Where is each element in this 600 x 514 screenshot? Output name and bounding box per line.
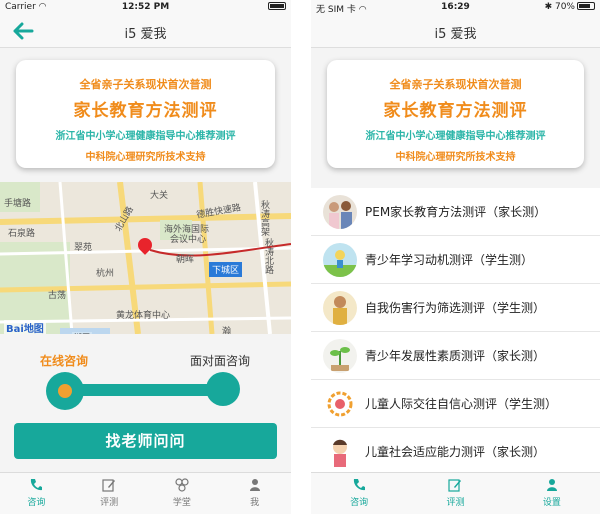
status-bar: 无 SIM 卡 ◠ 16:29 ✱ 70% [311,0,600,15]
map-label: 秋涛高架 [259,200,269,236]
edit-icon [102,479,116,492]
map-label: 石泉路 [8,229,36,239]
confidence-avatar-icon [323,387,357,421]
consult-screen: Carrier ◠ 12:52 PM i5 爱我 全省亲子关系现状首次普测 家长… [0,0,291,514]
offline-knob[interactable] [206,372,240,406]
phone-icon [354,479,366,491]
tab-assessment[interactable]: 评测 [73,473,146,514]
phone-icon [31,479,43,491]
page-title: i5 爱我 [434,27,477,42]
district-badge: 下城区 [209,262,243,277]
tab-consult[interactable]: 咨询 [311,473,407,514]
banner-line4: 中科院心理研究所技术支持 [395,152,516,163]
map-label: 瀚 [222,327,232,334]
banner-title: 家长教育方法测评 [383,101,528,121]
family-avatar-icon [323,195,357,229]
list-item[interactable]: 自我伤害行为筛选测评（学生测） [311,284,600,332]
test-name: 儿童人际交往自信心测评（学生测） [365,397,558,411]
list-item[interactable]: 青少年发展性素质测评（家长测） [311,332,600,380]
test-name: 青少年学习动机测评（学生测） [365,253,534,267]
ask-teacher-button[interactable]: 找老师问问 [14,423,277,459]
map-label: 大关 [150,191,169,201]
tab-bar: 咨询 评测 设置 [311,472,600,514]
page-title: i5 爱我 [124,27,167,42]
banner-line3: 浙江省中小学心理健康指导中心推荐测评 [55,131,236,142]
list-item[interactable]: PEM家长教育方法测评（家长测） [311,188,600,236]
edit-icon [448,479,462,492]
battery-icon [266,2,286,12]
tab-settings[interactable]: 设置 [504,473,600,514]
child-avatar-icon [323,435,357,469]
student-avatar-icon [323,291,357,325]
list-item[interactable]: 儿童人际交往自信心测评（学生测） [311,380,600,428]
location-map[interactable]: 手塘路 大关 德胜快速路 秋涛高架 海外海国际 会议中心 朝晖 翠苑 秋涛北路 … [0,182,291,334]
banner-line3: 浙江省中小学心理健康指导中心推荐测评 [365,131,546,142]
selected-dot-icon [58,384,72,398]
assessment-screen: 无 SIM 卡 ◠ 16:29 ✱ 70% i5 爱我 全省亲子关系现状首次普测… [311,0,600,514]
community-icon [175,478,189,492]
online-consult-option[interactable]: 在线咨询 [40,352,88,369]
promo-banner[interactable]: 全省亲子关系现状首次普测 家长教育方法测评 浙江省中小学心理健康指导中心推荐测评… [16,60,275,168]
map-label: 黄龙体育中心 [116,311,171,321]
map-label: 秋涛北路 [263,238,273,274]
baidu-map-logo: Bai地图 [4,320,46,334]
test-name: 自我伤害行为筛选测评（学生测） [365,301,546,315]
map-label: 手塘路 [4,199,32,209]
user-icon [546,479,557,491]
consult-panel: 在线咨询 面对面咨询 找老师问问 [0,334,291,470]
battery-icon [577,2,595,10]
online-knob[interactable] [46,372,84,410]
banner-line4: 中科院心理研究所技术支持 [85,152,206,163]
test-list: PEM家长教育方法测评（家长测） 青少年学习动机测评（学生测） 自我伤害行为筛选… [311,188,600,476]
banner-title: 家长教育方法测评 [73,101,218,121]
tab-assessment[interactable]: 评测 [407,473,503,514]
student-avatar-icon [323,243,357,277]
banner-line1: 全省亲子关系现状首次普测 [389,78,522,91]
battery-status: ✱ 70% [545,2,595,12]
offline-consult-option[interactable]: 面对面咨询 [190,352,250,369]
tab-school[interactable]: 学堂 [146,473,219,514]
map-label: 古荡 [48,291,67,301]
growth-avatar-icon [323,339,357,373]
status-time: 12:52 PM [121,2,170,12]
promo-banner[interactable]: 全省亲子关系现状首次普测 家长教育方法测评 浙江省中小学心理健康指导中心推荐测评… [327,60,584,168]
map-label: 会议中心 [170,235,207,245]
test-name: 儿童社会适应能力测评（家长测） [365,445,546,459]
banner-line1: 全省亲子关系现状首次普测 [79,78,212,91]
nav-bar: i5 爱我 [0,14,291,48]
user-icon [249,479,260,491]
test-name: 青少年发展性素质测评（家长测） [365,349,546,363]
list-item[interactable]: 青少年学习动机测评（学生测） [311,236,600,284]
map-label: 杭州 [96,269,115,279]
status-bar: Carrier ◠ 12:52 PM [0,0,291,14]
consult-mode-slider[interactable] [66,384,224,396]
bluetooth-icon: ✱ [544,2,553,12]
map-label: 翠苑 [74,243,93,253]
test-name: PEM家长教育方法测评（家长测） [365,205,547,219]
list-item[interactable]: 儿童社会适应能力测评（家长测） [311,428,600,476]
tab-consult[interactable]: 咨询 [0,473,73,514]
nav-bar: i5 爱我 [311,14,600,48]
tab-bar: 咨询 评测 学堂 我 [0,472,291,514]
tab-me[interactable]: 我 [218,473,291,514]
map-label: 朝晖 [176,255,195,265]
